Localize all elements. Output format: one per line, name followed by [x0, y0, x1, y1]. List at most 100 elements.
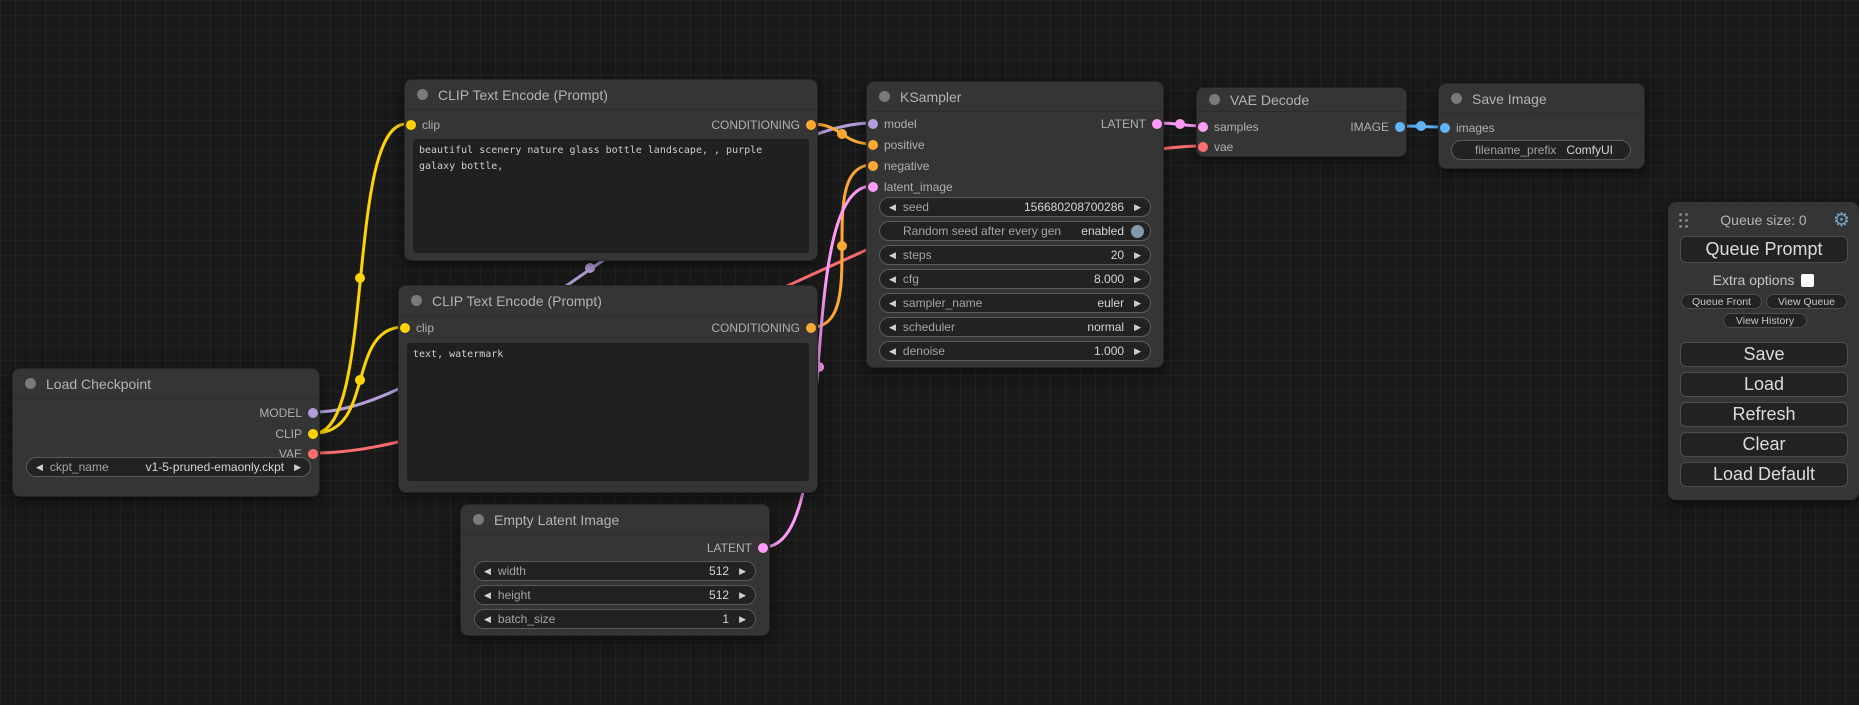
increment-arrow-icon[interactable]: ▶ [739, 614, 746, 625]
decrement-arrow-icon[interactable]: ◀ [889, 202, 896, 213]
widget-label: cfg [903, 272, 919, 286]
decrement-arrow-icon[interactable]: ◀ [36, 462, 43, 473]
increment-arrow-icon[interactable]: ▶ [739, 590, 746, 601]
filename-prefix-widget[interactable]: filename_prefix ComfyUI [1451, 140, 1631, 160]
images-input-label: images [1456, 121, 1495, 135]
increment-arrow-icon[interactable]: ▶ [294, 462, 301, 473]
cfg-widget[interactable]: ◀ cfg 8.000 ▶ [879, 269, 1151, 289]
save-button[interactable]: Save [1680, 342, 1848, 367]
denoise-widget[interactable]: ◀ denoise 1.000 ▶ [879, 341, 1151, 361]
vae-input-port[interactable] [1198, 142, 1208, 152]
load-button[interactable]: Load [1680, 372, 1848, 397]
images-input-port[interactable] [1440, 123, 1450, 133]
widget-value: 20 [1111, 248, 1124, 262]
increment-arrow-icon[interactable]: ▶ [1134, 202, 1141, 213]
collapse-dot-icon[interactable] [473, 514, 484, 525]
latent-image-input-label: latent_image [884, 180, 953, 194]
decrement-arrow-icon[interactable]: ◀ [484, 566, 491, 577]
node-clip-text-encode-positive[interactable]: CLIP Text Encode (Prompt) clip CONDITION… [404, 79, 818, 261]
refresh-button[interactable]: Refresh [1680, 402, 1848, 427]
widget-label: scheduler [903, 320, 955, 334]
seed-widget[interactable]: ◀ seed 156680208700286 ▶ [879, 197, 1151, 217]
increment-arrow-icon[interactable]: ▶ [1134, 298, 1141, 309]
clear-button[interactable]: Clear [1680, 432, 1848, 457]
decrement-arrow-icon[interactable]: ◀ [484, 590, 491, 601]
vae-output-port[interactable] [308, 449, 318, 459]
widget-label: denoise [903, 344, 945, 358]
node-title-bar[interactable]: VAE Decode [1197, 88, 1406, 112]
decrement-arrow-icon[interactable]: ◀ [889, 322, 896, 333]
width-widget[interactable]: ◀ width 512 ▶ [474, 561, 756, 581]
widget-value: 8.000 [1094, 272, 1124, 286]
samples-input-port[interactable] [1198, 122, 1208, 132]
toggle-knob-icon[interactable] [1131, 225, 1144, 238]
node-graph-canvas[interactable]: Load Checkpoint MODEL CLIP VAE ◀ ckpt_na… [0, 0, 1859, 705]
positive-input-port[interactable] [868, 140, 878, 150]
widget-value: 512 [709, 588, 729, 602]
decrement-arrow-icon[interactable]: ◀ [484, 614, 491, 625]
model-output-port[interactable] [308, 408, 318, 418]
settings-gear-icon[interactable]: ⚙ [1833, 209, 1850, 231]
extra-options-checkbox[interactable] [1801, 274, 1814, 287]
clip-input-port[interactable] [406, 120, 416, 130]
node-vae-decode[interactable]: VAE Decode samples vae IMAGE [1196, 87, 1407, 157]
increment-arrow-icon[interactable]: ▶ [1134, 274, 1141, 285]
queue-prompt-button[interactable]: Queue Prompt [1680, 236, 1848, 263]
latent-image-input-port[interactable] [868, 182, 878, 192]
height-widget[interactable]: ◀ height 512 ▶ [474, 585, 756, 605]
increment-arrow-icon[interactable]: ▶ [1134, 346, 1141, 357]
decrement-arrow-icon[interactable]: ◀ [889, 274, 896, 285]
increment-arrow-icon[interactable]: ▶ [1134, 250, 1141, 261]
widget-label: sampler_name [903, 296, 982, 310]
view-history-button[interactable]: View History [1723, 313, 1807, 328]
collapse-dot-icon[interactable] [25, 378, 36, 389]
decrement-arrow-icon[interactable]: ◀ [889, 298, 896, 309]
increment-arrow-icon[interactable]: ▶ [1134, 322, 1141, 333]
ckpt-name-widget[interactable]: ◀ ckpt_name v1-5-pruned-emaonly.ckpt ▶ [26, 457, 311, 477]
negative-input-port[interactable] [868, 161, 878, 171]
prompt-textarea[interactable]: beautiful scenery nature glass bottle la… [413, 139, 809, 253]
latent-output-port[interactable] [758, 543, 768, 553]
drag-handle-icon[interactable] [1678, 212, 1689, 234]
increment-arrow-icon[interactable]: ▶ [739, 566, 746, 577]
node-save-image[interactable]: Save Image images filename_prefix ComfyU… [1438, 83, 1645, 169]
node-title-bar[interactable]: KSampler [867, 82, 1163, 112]
conditioning-output-port[interactable] [806, 323, 816, 333]
random-seed-toggle-widget[interactable]: Random seed after every gen enabled [879, 221, 1151, 241]
node-title-bar[interactable]: Save Image [1439, 84, 1644, 114]
collapse-dot-icon[interactable] [417, 89, 428, 100]
clip-input-port[interactable] [400, 323, 410, 333]
load-default-button[interactable]: Load Default [1680, 462, 1848, 487]
widget-value: ComfyUI [1566, 143, 1613, 157]
widget-value: 1 [722, 612, 729, 626]
decrement-arrow-icon[interactable]: ◀ [889, 346, 896, 357]
node-title-bar[interactable]: CLIP Text Encode (Prompt) [405, 80, 817, 110]
scheduler-widget[interactable]: ◀ scheduler normal ▶ [879, 317, 1151, 337]
widget-value: v1-5-pruned-emaonly.ckpt [146, 460, 285, 474]
node-title-bar[interactable]: CLIP Text Encode (Prompt) [399, 286, 817, 316]
view-queue-button[interactable]: View Queue [1766, 294, 1847, 309]
collapse-dot-icon[interactable] [411, 295, 422, 306]
clip-output-port[interactable] [308, 429, 318, 439]
node-load-checkpoint[interactable]: Load Checkpoint MODEL CLIP VAE ◀ ckpt_na… [12, 368, 320, 497]
node-clip-text-encode-negative[interactable]: CLIP Text Encode (Prompt) clip CONDITION… [398, 285, 818, 493]
link-clip-negative-wire [315, 327, 404, 433]
model-input-port[interactable] [868, 119, 878, 129]
latent-output-port[interactable] [1152, 119, 1162, 129]
steps-widget[interactable]: ◀ steps 20 ▶ [879, 245, 1151, 265]
node-title-bar[interactable]: Load Checkpoint [13, 369, 319, 399]
decrement-arrow-icon[interactable]: ◀ [889, 250, 896, 261]
collapse-dot-icon[interactable] [1451, 93, 1462, 104]
conditioning-output-port[interactable] [806, 120, 816, 130]
node-title-bar[interactable]: Empty Latent Image [461, 505, 769, 535]
queue-front-button[interactable]: Queue Front [1681, 294, 1762, 309]
prompt-textarea[interactable]: text, watermark [407, 343, 809, 481]
batch-size-widget[interactable]: ◀ batch_size 1 ▶ [474, 609, 756, 629]
collapse-dot-icon[interactable] [1209, 94, 1220, 105]
node-empty-latent-image[interactable]: Empty Latent Image LATENT ◀ width 512 ▶ … [460, 504, 770, 636]
node-ksampler[interactable]: KSampler model positive negative latent_… [866, 81, 1164, 368]
conditioning-output-label: CONDITIONING [711, 321, 800, 335]
collapse-dot-icon[interactable] [879, 91, 890, 102]
sampler-name-widget[interactable]: ◀ sampler_name euler ▶ [879, 293, 1151, 313]
image-output-port[interactable] [1395, 122, 1405, 132]
